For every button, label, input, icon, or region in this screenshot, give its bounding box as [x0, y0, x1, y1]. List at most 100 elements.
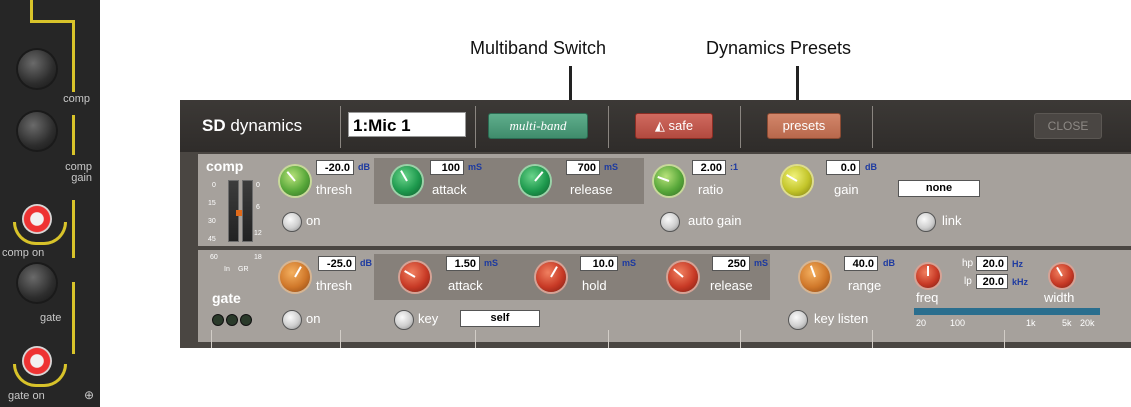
gate-range-label: range — [848, 278, 882, 293]
gate-thresh-knob[interactable] — [280, 262, 310, 292]
comp-attack-value[interactable]: 100 — [430, 160, 464, 175]
comp-release-label: release — [570, 182, 613, 197]
presets-button[interactable]: presets — [767, 113, 841, 139]
rack-tick — [340, 330, 341, 348]
comp-on-indicator-arc — [13, 222, 67, 245]
comp-on-button-panel[interactable] — [282, 212, 302, 232]
rack-tick — [608, 330, 609, 348]
knob-pointer — [294, 266, 302, 278]
title-separator — [740, 106, 741, 148]
meter-scale: 60 — [210, 254, 218, 261]
gate-on-button-panel[interactable] — [282, 310, 302, 330]
gate-release-knob[interactable] — [668, 262, 698, 292]
meter-scale: 18 — [254, 254, 262, 261]
hp-label: hp — [962, 258, 974, 269]
gate-release-value[interactable]: 250 — [712, 256, 750, 271]
freq-range-bar[interactable] — [914, 308, 1100, 315]
lp-label: lp — [964, 276, 972, 287]
lp-value[interactable]: 20.0 — [976, 274, 1008, 289]
rack-tick — [872, 330, 873, 348]
freq-scale: 100 — [950, 318, 966, 328]
gate-threshold-knob[interactable] — [18, 264, 56, 302]
comp-section-label: comp — [206, 158, 244, 174]
knob-pointer — [550, 266, 558, 278]
unit-label: mS — [754, 258, 769, 268]
freq-scale: 1k — [1026, 318, 1036, 328]
gate-freq-knob[interactable] — [916, 264, 940, 288]
meter-scale: 12 — [254, 230, 262, 237]
gate-attack-knob[interactable] — [400, 262, 430, 292]
comp-thresh-knob[interactable] — [280, 166, 310, 196]
strip-comp-label: comp — [63, 93, 90, 105]
gate-led — [212, 314, 224, 326]
gate-key-source-select[interactable]: self — [460, 310, 540, 327]
safe-button[interactable]: ◭ safe — [635, 113, 713, 139]
unit-label: dB — [865, 162, 877, 172]
strip-accent-line — [30, 0, 33, 22]
freq-scale: 5k — [1062, 318, 1072, 328]
gate-hold-knob[interactable] — [536, 262, 566, 292]
strip-gate-label: gate — [40, 312, 62, 324]
gate-range-knob[interactable] — [800, 262, 830, 292]
auto-gain-button[interactable] — [660, 212, 680, 232]
sd-dynamics-panel: SD dynamics 1:Mic 1 multi-band ◭ safe pr… — [180, 100, 1131, 348]
link-button[interactable] — [916, 212, 936, 232]
gate-key-button[interactable] — [394, 310, 414, 330]
gate-attack-value[interactable]: 1.50 — [446, 256, 480, 271]
title-separator — [608, 106, 609, 148]
gate-thresh-value[interactable]: -25.0 — [318, 256, 356, 271]
comp-on-label: on — [306, 213, 321, 228]
gate-on-label: on — [306, 311, 321, 326]
gate-range-value[interactable]: 40.0 — [844, 256, 878, 271]
multiband-callout-line — [569, 66, 572, 100]
channel-name-field[interactable]: 1:Mic 1 — [348, 112, 466, 137]
rack-tick — [475, 330, 476, 348]
comp-gain-knob[interactable] — [18, 112, 56, 150]
comp-release-value[interactable]: 700 — [566, 160, 600, 175]
close-button[interactable]: CLOSE — [1034, 113, 1102, 139]
gate-hold-value[interactable]: 10.0 — [580, 256, 618, 271]
hp-value[interactable]: 20.0 — [976, 256, 1008, 271]
comp-gain-knob-panel[interactable] — [782, 166, 812, 196]
unit-label: :1 — [730, 162, 739, 172]
gate-led — [240, 314, 252, 326]
comp-attack-knob[interactable] — [392, 166, 422, 196]
compressor-section: comp 0 15 30 45 0 6 12 -20.0 dB thresh 1… — [198, 154, 1131, 246]
gate-attack-label: attack — [448, 278, 483, 293]
gate-freq-label: freq — [916, 290, 939, 305]
knob-pointer — [809, 265, 816, 278]
meter-scale: 45 — [208, 236, 216, 243]
meter-gr-label: GR — [238, 266, 249, 273]
time-controls-shade — [374, 254, 770, 300]
comp-attack-label: attack — [432, 182, 467, 197]
comp-ratio-knob[interactable] — [654, 166, 684, 196]
comp-gain-value[interactable]: 0.0 — [826, 160, 860, 175]
title-separator — [475, 106, 476, 148]
strip-accent-line — [72, 115, 75, 155]
meter-in-label: In — [224, 266, 230, 273]
unit-label: dB — [358, 162, 370, 172]
comp-ratio-label: ratio — [698, 182, 724, 197]
key-listen-button[interactable] — [788, 310, 808, 330]
meter-scale: 0 — [212, 182, 216, 189]
comp-thresh-value[interactable]: -20.0 — [316, 160, 354, 175]
strip-accent-line — [72, 282, 75, 354]
gate-release-label: release — [710, 278, 753, 293]
unit-label: dB — [883, 258, 895, 268]
comp-ratio-value[interactable]: 2.00 — [692, 160, 726, 175]
comp-release-knob[interactable] — [520, 166, 550, 196]
gate-width-knob[interactable] — [1050, 264, 1074, 288]
gate-hold-label: hold — [582, 278, 607, 293]
key-listen-label: key listen — [814, 311, 869, 326]
multi-band-button[interactable]: multi-band — [488, 113, 588, 139]
comp-threshold-knob[interactable] — [18, 50, 56, 88]
knob-pointer — [927, 266, 929, 276]
gate-width-label: width — [1044, 290, 1075, 305]
rack-tick — [1004, 330, 1005, 348]
strip-gate-on-label: gate on — [8, 390, 45, 402]
link-label: link — [942, 213, 962, 228]
comp-sidechain-select[interactable]: none — [898, 180, 980, 197]
unit-label: kHz — [1012, 277, 1029, 287]
auto-gain-label: auto gain — [688, 213, 742, 228]
gate-key-label: key — [418, 311, 439, 326]
